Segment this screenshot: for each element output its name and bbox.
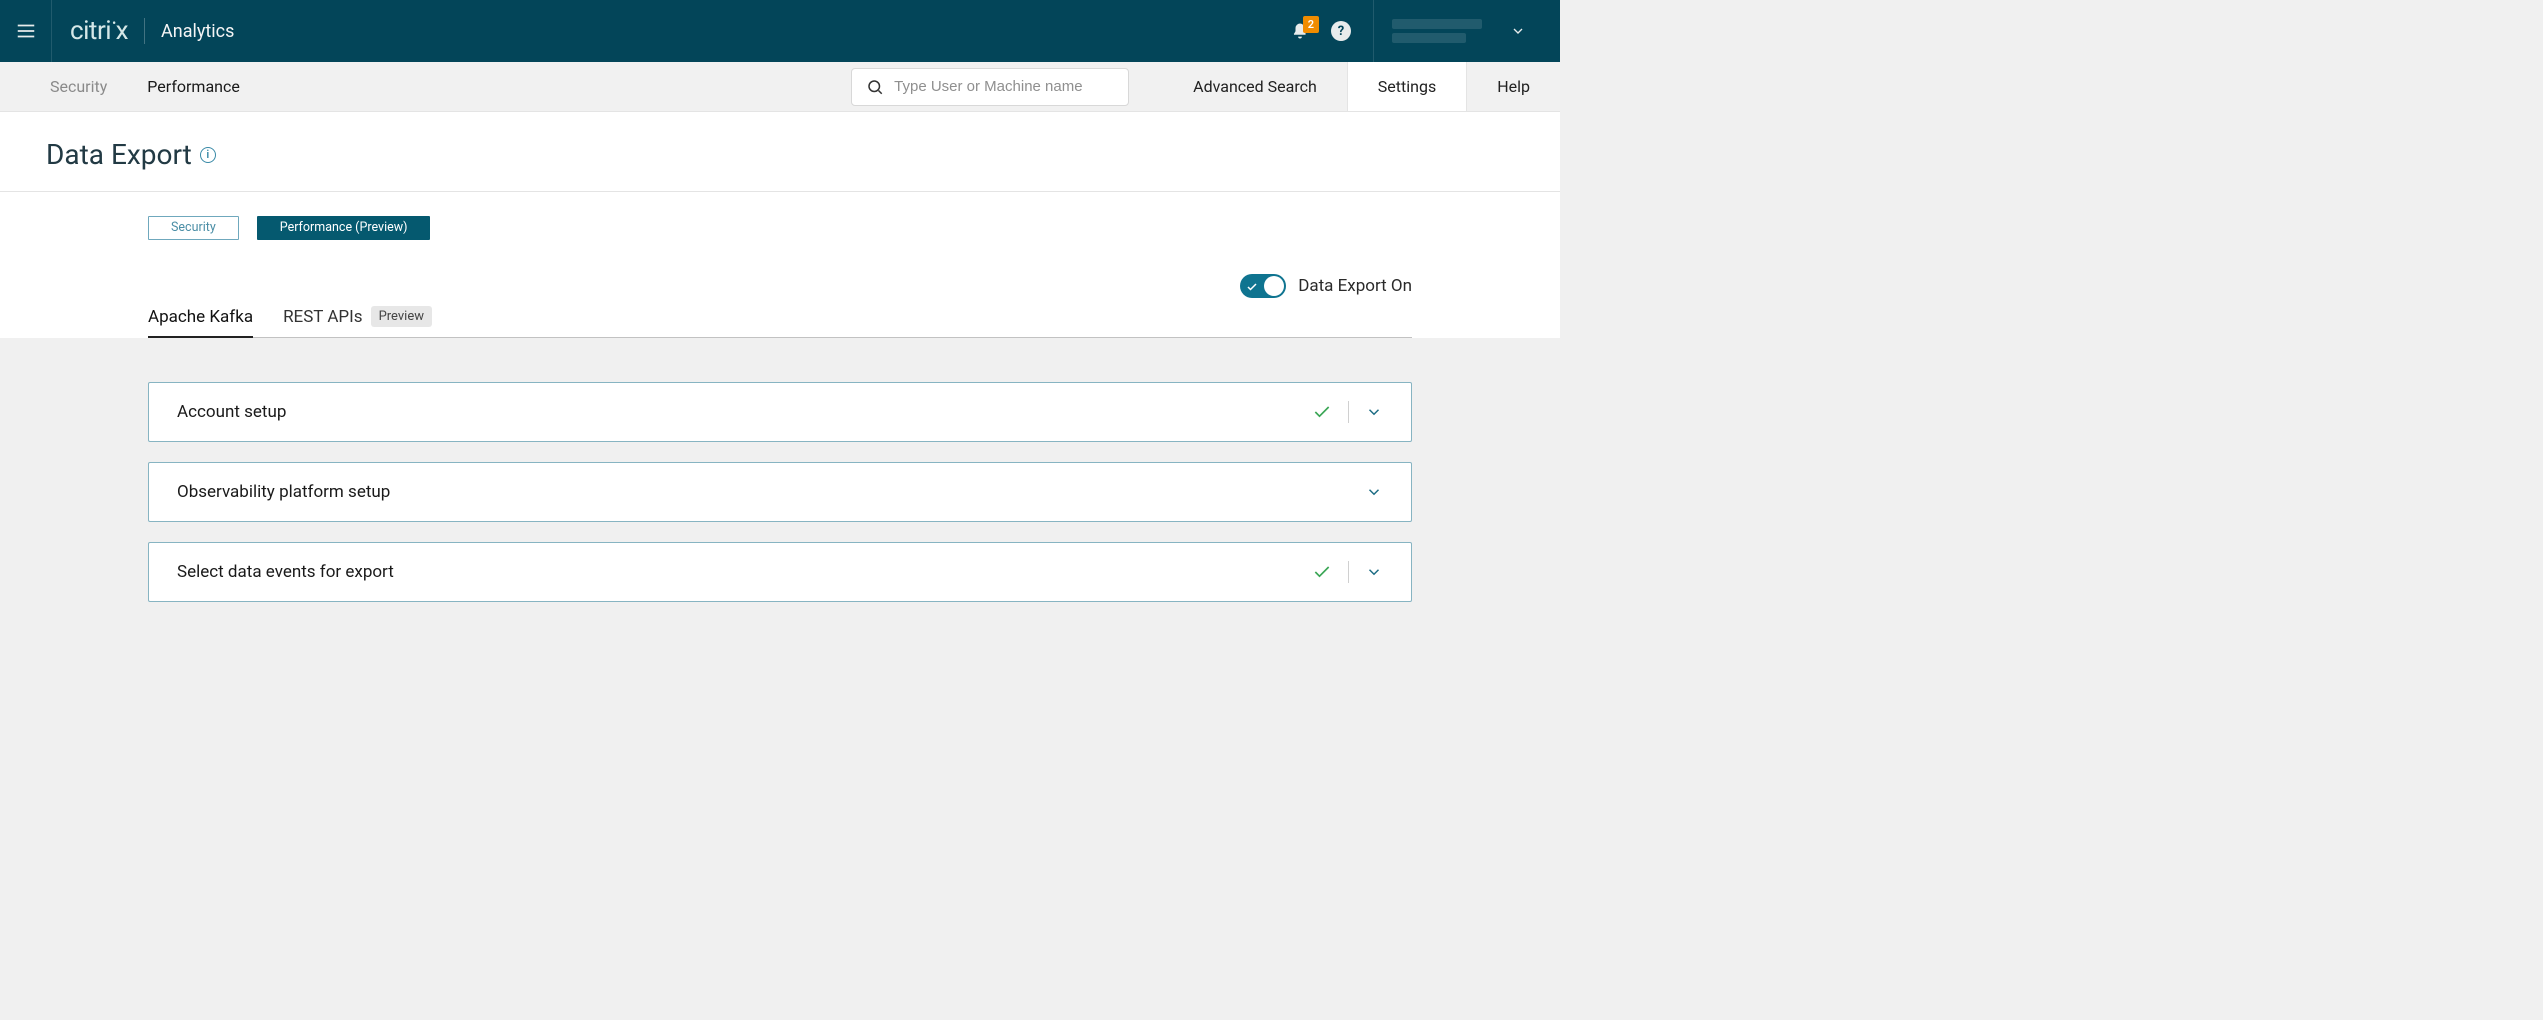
hamburger-icon (15, 20, 37, 42)
chevron-down-icon (1365, 563, 1383, 581)
subtab-kafka[interactable]: Apache Kafka (148, 307, 253, 337)
link-settings[interactable]: Settings (1347, 62, 1467, 111)
subtab-kafka-label: Apache Kafka (148, 307, 253, 327)
notifications-button[interactable]: 2 (1291, 22, 1309, 40)
accordion-title: Observability platform setup (177, 482, 1365, 502)
nav-tab-security[interactable]: Security (50, 77, 107, 96)
info-icon[interactable]: i (200, 147, 216, 163)
link-advanced-search[interactable]: Advanced Search (1163, 62, 1347, 111)
accordion-select-events[interactable]: Select data events for export (148, 542, 1412, 602)
notification-badge: 2 (1303, 16, 1319, 33)
question-icon: ? (1338, 24, 1344, 39)
chevron-down-icon (1365, 483, 1383, 501)
hamburger-menu[interactable] (0, 0, 52, 62)
pill-tab-security[interactable]: Security (148, 216, 239, 240)
subtab-rest[interactable]: REST APIs Preview (283, 306, 432, 337)
brand-divider (144, 18, 145, 44)
search-input[interactable] (894, 78, 1114, 95)
brand-block: citri•x Analytics (52, 16, 252, 46)
user-name-placeholder (1392, 19, 1482, 29)
divider (1348, 561, 1349, 583)
subtab-rest-label: REST APIs (283, 307, 362, 327)
brand-logo-text: citri (70, 16, 111, 46)
accordion-account-setup[interactable]: Account setup (148, 382, 1412, 442)
brand-logo[interactable]: citri•x (70, 16, 128, 46)
brand-logo-dot: • (112, 16, 116, 30)
page-title: Data Export (46, 138, 192, 171)
chevron-down-icon (1365, 403, 1383, 421)
pill-tab-performance[interactable]: Performance (Preview) (257, 216, 431, 240)
search-icon (866, 78, 884, 96)
brand-product[interactable]: Analytics (161, 21, 234, 42)
check-icon (1246, 278, 1258, 297)
nav-tab-performance[interactable]: Performance (147, 77, 240, 96)
check-icon (1312, 402, 1332, 422)
accordion-title: Select data events for export (177, 562, 1312, 582)
chevron-down-icon (1510, 23, 1526, 39)
check-icon (1312, 562, 1332, 582)
accordion-observability[interactable]: Observability platform setup (148, 462, 1412, 522)
help-button[interactable]: ? (1331, 21, 1351, 41)
user-text (1392, 19, 1482, 43)
user-menu[interactable] (1373, 0, 1548, 62)
brand-logo-x: x (116, 16, 128, 46)
accordion-title: Account setup (177, 402, 1312, 422)
data-export-toggle-label: Data Export On (1298, 276, 1412, 296)
sub-tabs: Apache Kafka REST APIs Preview (148, 306, 1412, 338)
search-wrap[interactable] (851, 68, 1129, 106)
pill-tabs: Security Performance (Preview) (148, 216, 1412, 240)
data-export-toggle[interactable] (1240, 274, 1286, 298)
user-org-placeholder (1392, 33, 1466, 43)
preview-badge: Preview (371, 306, 432, 327)
link-help[interactable]: Help (1467, 62, 1560, 111)
divider (1348, 401, 1349, 423)
